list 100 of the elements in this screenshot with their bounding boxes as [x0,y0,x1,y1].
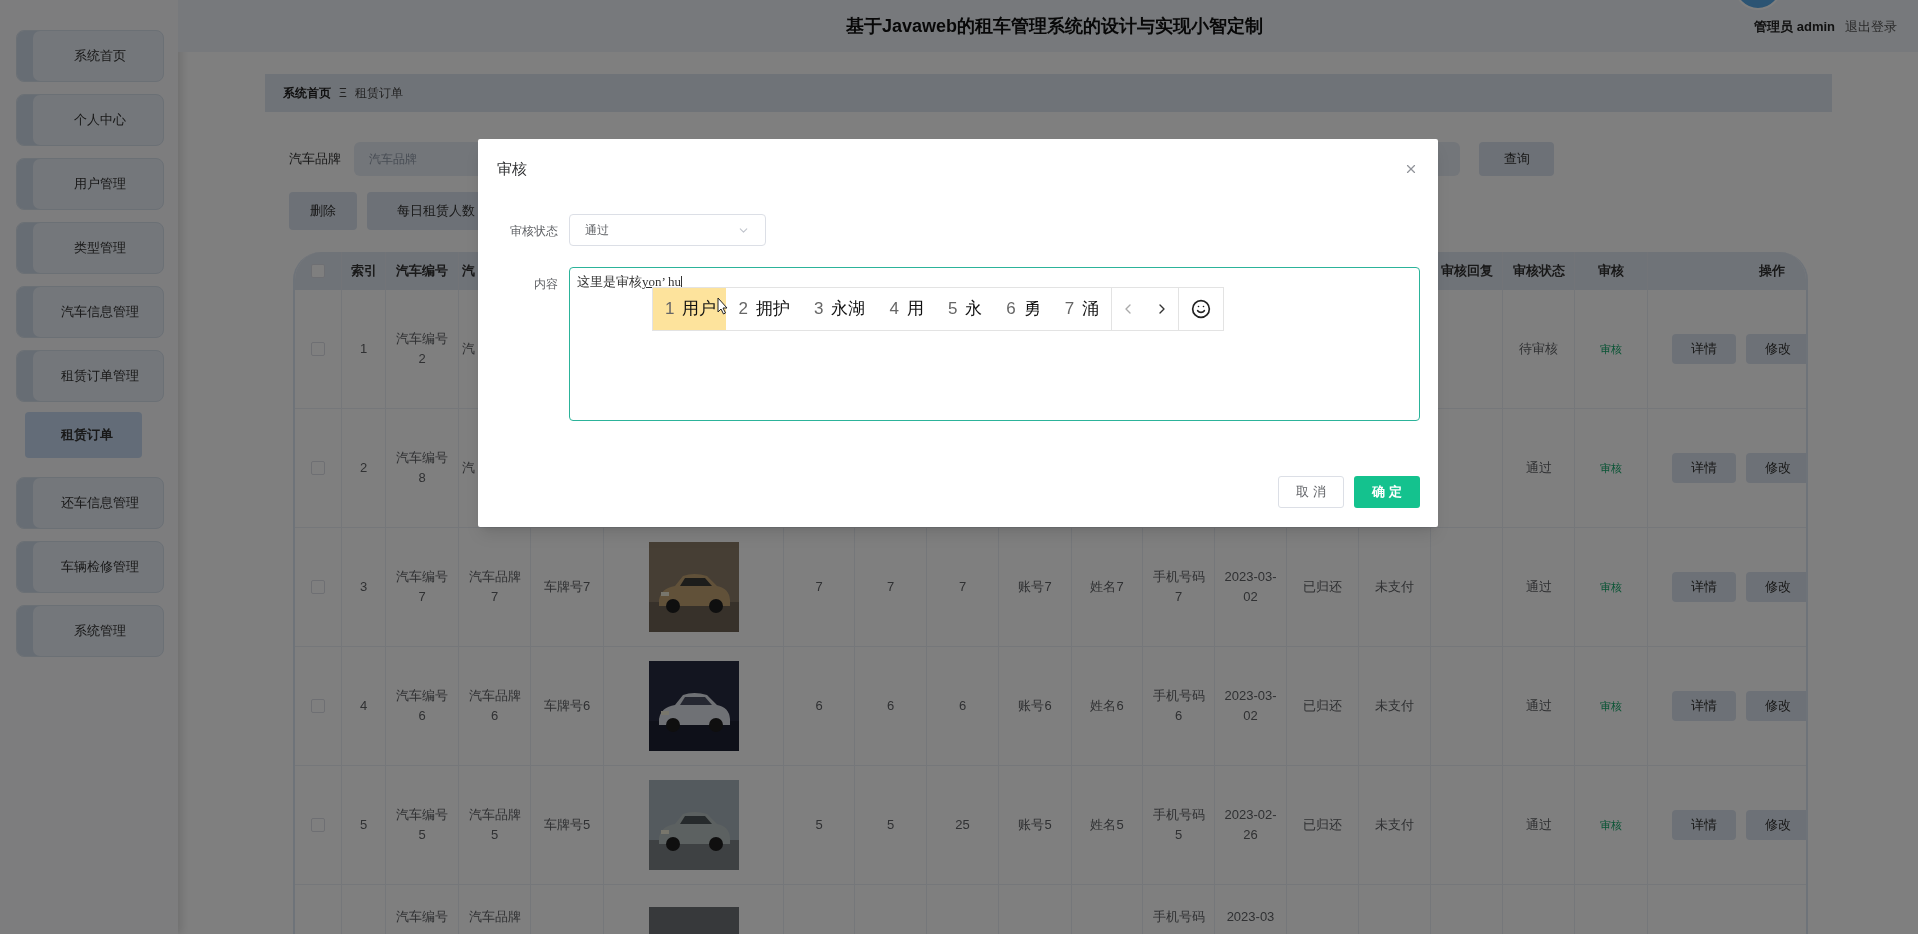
sidebar-item[interactable]: 系统管理 [16,605,164,657]
delete-button[interactable]: 删除 [289,192,357,230]
table-cell-text: 7 [815,578,823,596]
edit-button[interactable]: 修改 [1745,810,1806,840]
table-cell-text: 汽车品牌5 [468,806,521,844]
table-cell-text: 6 [815,697,823,715]
cursor-icon [717,297,728,315]
table-cell-text: 未支付 [1375,578,1414,596]
sidebar-item[interactable]: 个人中心 [16,94,164,146]
table-cell-text: 姓名6 [1090,697,1124,715]
ime-candidate[interactable]: 2 拥护 [726,288,802,330]
ime-candidate[interactable]: 5 永 [935,288,995,330]
table-cell-text: 5 [886,816,895,834]
query-button[interactable]: 查询 [1479,142,1554,176]
table-cell-text: 手机号码 [1152,908,1205,926]
table-cell-text: 汽车品牌 [468,908,521,926]
ime-candidate[interactable]: 4 用 [877,288,936,330]
column-header: 审核状态 [1512,262,1565,281]
table-cell-text: 1 [359,340,368,358]
sidebar-subitem[interactable]: 租赁订单 [25,412,142,458]
table-cell-text: 待审核 [1519,340,1558,358]
table-cell-text: 汽车编号5 [395,806,449,844]
review-link[interactable]: 审核 [1600,340,1622,358]
column-header: 审核 [1598,262,1624,281]
table-cell-text: 4 [359,697,368,715]
table-cell-text: 通过 [1525,578,1552,596]
details-button[interactable]: 详情 [1671,453,1736,483]
table-cell-text: 2023-02-26 [1224,806,1277,844]
table-cell-text: 7 [886,578,895,596]
dialog-title: 审核 [497,158,527,179]
confirm-button[interactable]: 确 定 [1354,476,1420,508]
table-cell-text: 汽 [462,459,475,477]
breadcrumb-current: 租赁订单 [354,85,403,102]
status-select[interactable]: 通过 [569,214,766,246]
column-header: 操作 [1759,262,1785,281]
review-link[interactable]: 审核 [1600,697,1622,715]
table-cell-text: 汽 [462,340,475,358]
table-cell-text: 2023-03-02 [1224,568,1277,606]
sidebar-item[interactable]: 用户管理 [16,158,164,210]
table-cell-text: 6 [958,697,967,715]
sidebar-item[interactable]: 租赁订单管理 [16,350,164,402]
table-cell-text: 账号6 [1018,697,1052,715]
table-cell-text: 25 [955,816,970,834]
sidebar-item[interactable]: 汽车信息管理 [16,286,164,338]
table-cell-text: 3 [359,578,368,596]
table-cell-text: 通过 [1525,816,1552,834]
ime-candidate[interactable]: 3 永湖 [801,288,878,330]
review-link[interactable]: 审核 [1600,816,1622,834]
table-cell-text: 车牌号5 [543,816,591,834]
ime-candidate[interactable]: 6 勇 [994,288,1053,330]
column-header: 汽 [462,262,475,281]
edit-button[interactable]: 修改 [1745,334,1806,364]
ime-candidate[interactable]: 7 涌 [1052,288,1112,330]
table-cell-text: 汽车编号2 [395,330,449,368]
close-icon[interactable] [1404,162,1418,176]
sidebar-item[interactable]: 还车信息管理 [16,477,164,529]
table-cell-text: 5 [359,816,368,834]
review-link[interactable]: 审核 [1600,578,1622,596]
cancel-button[interactable]: 取 消 [1278,476,1344,508]
table-cell-text: 汽车编号 [396,908,448,926]
table-cell-text: 5 [815,816,823,834]
column-header: 审核回复 [1440,262,1493,281]
logout-link[interactable]: 退出登录 [1845,17,1897,37]
table-cell-text: 汽车编号7 [395,568,449,606]
table-cell-text: 车牌号7 [543,578,591,596]
table-cell-text: 未支付 [1375,697,1414,715]
table-cell-text: 手机号码5 [1152,806,1205,844]
table-cell-text: 汽车编号6 [395,687,449,725]
table-cell-text: 通过 [1525,459,1552,477]
column-header: 汽车编号 [396,262,448,281]
table-cell-text: 2023-03-02 [1224,687,1277,725]
table-cell-text: 汽车编号8 [395,449,449,487]
table-cell-text: 2023-03 [1226,908,1275,926]
review-link[interactable]: 审核 [1600,459,1622,477]
details-button[interactable]: 详情 [1671,334,1736,364]
table-cell-text: 汽车品牌6 [468,687,521,725]
edit-button[interactable]: 修改 [1745,453,1806,483]
table-cell-text: 汽车品牌7 [468,568,521,606]
table-cell-text: 车牌号6 [543,697,591,715]
table-cell-text: 账号7 [1018,578,1052,596]
table-cell-text: 2 [359,459,368,477]
search-label: 汽车品牌 [289,150,342,169]
app-title: 基于Javaweb的租车管理系统的设计与实现小智定制 [846,14,1264,38]
details-button[interactable]: 详情 [1671,810,1736,840]
table-cell-text: 手机号码6 [1152,687,1205,725]
user-label: 管理员 admin [1754,18,1835,37]
ime-candidate[interactable]: 1 用户 [653,288,727,330]
details-button[interactable]: 详情 [1671,572,1736,602]
sidebar-item[interactable]: 系统首页 [16,30,164,82]
table-cell-text: 姓名7 [1090,578,1124,596]
edit-button[interactable]: 修改 [1745,572,1806,602]
emoji-icon[interactable] [1191,299,1212,319]
sidebar-item[interactable]: 类型管理 [16,222,164,274]
table-cell-text: 账号5 [1018,816,1052,834]
breadcrumb-link[interactable]: 系统首页 [283,84,331,102]
edit-button[interactable]: 修改 [1745,691,1806,721]
details-button[interactable]: 详情 [1671,691,1736,721]
table-cell-text: 未支付 [1375,816,1414,834]
sidebar-item[interactable]: 车辆检修管理 [16,541,164,593]
table-cell-text: 已归还 [1303,816,1342,834]
